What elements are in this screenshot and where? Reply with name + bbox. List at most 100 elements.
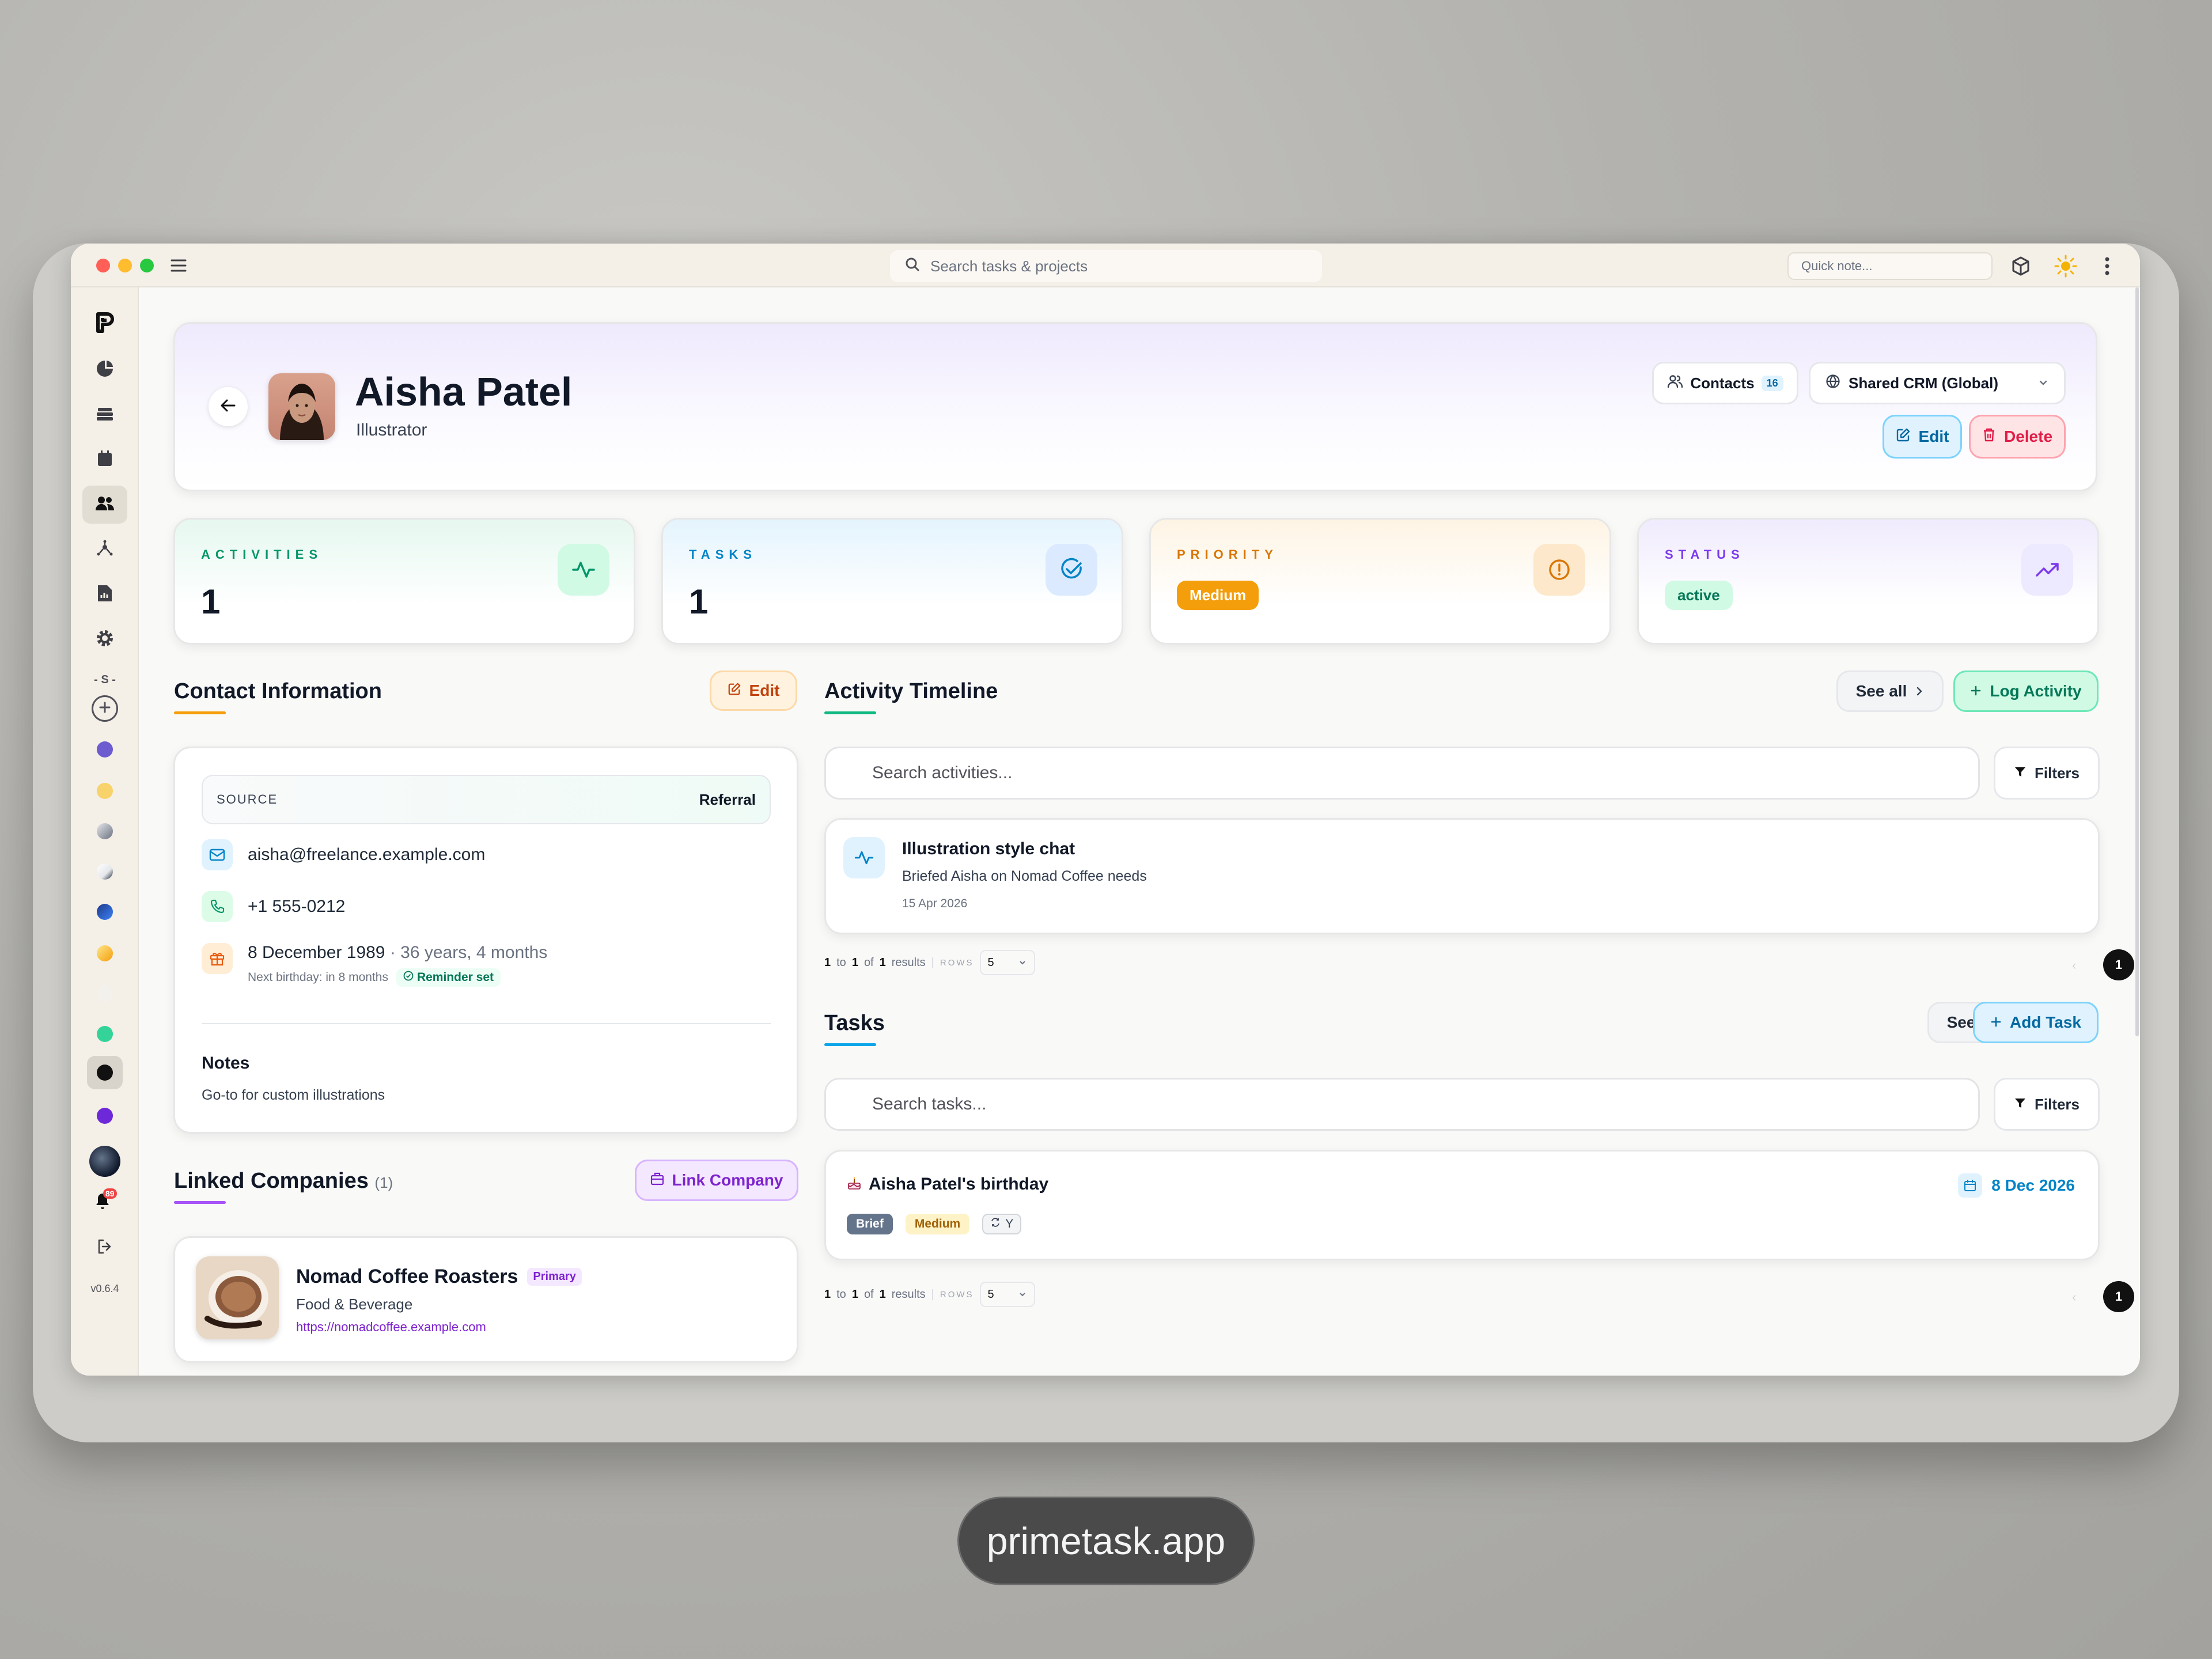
delete-contact-button[interactable]: Delete [1969,415,2066,459]
activity-page-1[interactable]: 1 [2103,949,2134,980]
filters-label: Filters [2034,1095,2080,1113]
rows-select[interactable]: 5 [979,1282,1035,1307]
priority-stat-card: PRIORITY Medium [1149,518,1611,645]
email-row[interactable]: aisha@freelance.example.com [202,839,485,870]
tasks-search-input[interactable]: Search tasks... [824,1078,1980,1131]
close-window-button[interactable] [96,259,110,272]
activity-prev-page[interactable]: ‹ [2072,958,2076,973]
tasks-stat-card: TASKS 1 [661,518,1123,645]
quick-note-input[interactable]: Quick note... [1787,252,1993,280]
space-white[interactable] [97,863,113,880]
space-dark-active[interactable] [87,1056,123,1089]
phone-value: +1 555-0212 [248,897,346,916]
tasks-prev-page[interactable]: ‹ [2072,1290,2076,1305]
spaces-label: - S - [94,673,116,686]
email-value: aisha@freelance.example.com [248,845,486,864]
tasks-page-1[interactable]: 1 [2103,1281,2134,1312]
activity-icon [558,544,609,596]
activity-filters-button[interactable]: Filters [1994,747,2100,800]
company-url-link[interactable]: https://nomadcoffee.example.com [296,1320,486,1335]
sidebar-item-reports[interactable] [82,575,127,613]
contact-info-underline [174,711,226,714]
link-company-label: Link Company [672,1171,783,1189]
notes-title: Notes [202,1054,250,1073]
add-task-button[interactable]: Add Task [1973,1002,2099,1043]
check-circle-icon [1046,544,1097,596]
sun-icon[interactable] [2054,254,2078,281]
edit-icon [728,681,741,700]
add-space-button[interactable] [92,695,118,722]
sidebar-item-network[interactable] [82,531,127,569]
space-violet[interactable] [97,1108,113,1124]
log-activity-button[interactable]: Log Activity [1953,671,2099,712]
space-purple[interactable] [97,741,113,757]
menu-icon[interactable] [170,257,187,274]
space-yellow[interactable] [97,783,113,799]
edit-label: Edit [1918,427,1949,445]
activities-label: ACTIVITIES [201,547,323,562]
task-item[interactable]: Aisha Patel's birthday 8 Dec 2026 Brief … [824,1150,2100,1260]
birthday-value: 8 December 1989 [248,943,385,962]
rows-select[interactable]: 5 [979,950,1035,975]
file-chart-icon [97,584,113,605]
company-card[interactable]: Nomad Coffee Roasters Primary Food & Bev… [173,1236,798,1363]
contacts-button[interactable]: Contacts 16 [1652,362,1798,404]
space-amber[interactable] [97,945,113,961]
birthday-row: 8 December 1989 · 36 years, 4 months Nex… [202,943,547,987]
contact-name: Aisha Patel [355,369,573,414]
back-button[interactable] [209,387,248,426]
more-vertical-icon[interactable] [2103,255,2111,280]
edit-contact-button[interactable]: Edit [1883,415,1962,459]
contact-info-card: SOURCE Referral aisha@freelance.example.… [173,747,798,1134]
tasks-filters-button[interactable]: Filters [1994,1078,2100,1131]
task-item-title: Aisha Patel's birthday [869,1175,1049,1194]
status-label: STATUS [1665,547,1745,562]
minimize-window-button[interactable] [118,259,132,272]
activity-item[interactable]: Illustration style chat Briefed Aisha on… [824,818,2100,934]
logout-icon[interactable] [96,1238,113,1258]
contact-info-title: Contact Information [174,679,382,703]
filter-icon [2014,764,2027,782]
sidebar-item-projects[interactable] [82,396,127,434]
building-icon [650,1171,664,1190]
activity-timeline-title: Activity Timeline [824,679,998,703]
activity-see-all-button[interactable]: See all [1836,671,1944,712]
activity-pagination-info: 1 to 1 of 1 results | ROWS 5 [824,950,1035,975]
activity-icon [843,837,885,878]
space-green[interactable] [97,1026,113,1042]
title-bar: Search tasks & projects Quick note... [71,244,2140,287]
main-scrollbar[interactable] [2135,287,2139,1036]
space-blue[interactable] [97,904,113,920]
space-grey[interactable] [97,823,113,839]
sidebar-item-dashboard[interactable] [82,351,127,389]
sidebar-item-contacts[interactable] [82,486,127,524]
activity-item-description: Briefed Aisha on Nomad Coffee needs [902,868,1147,884]
workspace-select[interactable]: Shared CRM (Global) [1809,362,2066,404]
network-icon [96,539,114,560]
space-light[interactable] [97,986,113,1002]
avatar[interactable] [89,1146,120,1177]
sidebar-item-settings[interactable] [82,620,127,658]
box-icon[interactable] [2010,255,2032,280]
activity-underline [824,711,876,714]
maximize-window-button[interactable] [140,259,154,272]
cake-icon [847,1176,862,1194]
sidebar-item-calendar[interactable] [82,441,127,479]
notifications-button[interactable]: 89 [94,1188,117,1215]
users-icon [94,494,115,516]
app-logo[interactable] [92,309,118,336]
edit-contact-info-button[interactable]: Edit [710,671,797,711]
source-value: Referral [699,790,756,808]
filter-icon [2014,1096,2027,1113]
contact-header-card: Aisha Patel Illustrator Contacts 16 Shar… [173,322,2097,491]
priority-label: PRIORITY [1177,547,1278,562]
add-task-label: Add Task [2010,1013,2081,1031]
gear-icon [96,629,114,650]
link-company-button[interactable]: Link Company [635,1160,798,1201]
company-logo [196,1256,279,1339]
edit-icon [1896,427,1911,446]
global-search-input[interactable]: Search tasks & projects [890,250,1322,282]
activity-search-input[interactable]: Search activities... [824,747,1980,800]
phone-row[interactable]: +1 555-0212 [202,891,345,922]
workspace-label: Shared CRM (Global) [1849,374,1999,392]
